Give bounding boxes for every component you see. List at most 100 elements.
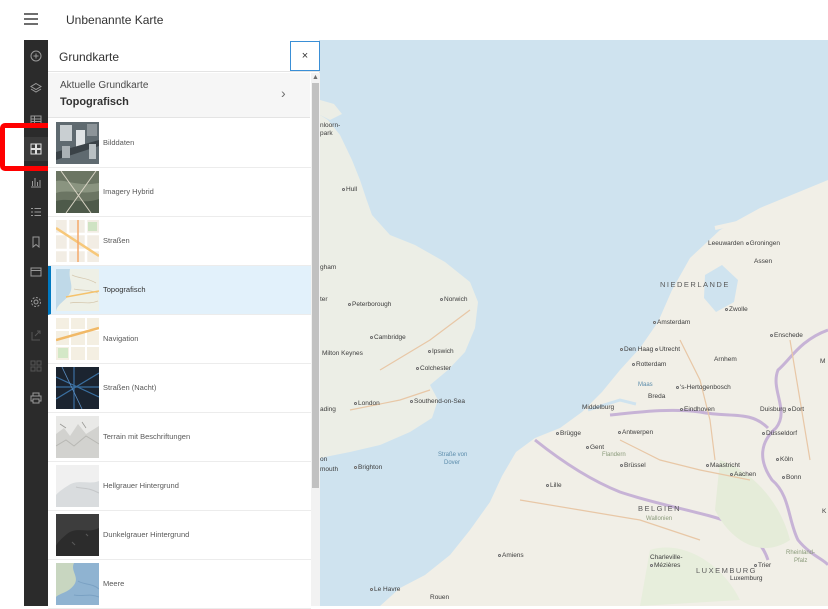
basemap-thumbnail	[56, 122, 99, 164]
map-label-text: Rotterdam	[636, 361, 667, 368]
map-label: Leeuwarden Groningen	[708, 240, 780, 247]
map-label: Hull	[342, 186, 357, 193]
map-label-text: Amsterdam	[657, 319, 691, 326]
map-label-text: Rouen	[430, 594, 450, 601]
map-label-text: 's-Hertogenbosch	[680, 384, 731, 391]
settings-icon[interactable]	[24, 290, 48, 314]
chart-icon[interactable]	[24, 170, 48, 194]
layers-icon[interactable]	[24, 76, 48, 100]
map-label: Maas	[638, 382, 653, 388]
current-basemap-label: Aktuelle Grundkarte	[60, 80, 149, 91]
map-label-text: Groningen	[749, 240, 780, 247]
add-icon[interactable]	[24, 44, 48, 68]
map-label: Trier	[754, 562, 771, 569]
basemap-thumbnail	[56, 220, 99, 262]
map-label: Arnhem	[714, 356, 737, 363]
map-label: Brighton	[354, 464, 382, 471]
map-label-text: Hull	[346, 186, 358, 193]
basemap-item-navigation[interactable]: Navigation	[48, 315, 311, 364]
details-icon[interactable]	[24, 260, 48, 284]
apps-icon[interactable]	[24, 354, 48, 378]
map-label: Pfalz	[794, 558, 808, 564]
map-label-text: Eindhoven	[684, 406, 715, 413]
top-bar: Unbenannte Karte	[0, 0, 828, 40]
map-label: Aachen	[730, 471, 756, 478]
basemap-item-meere[interactable]: Meere	[48, 560, 311, 609]
map-label: Amiens	[498, 552, 524, 559]
map-label: nloorn-	[320, 122, 341, 129]
map-label-text: Brügge	[560, 430, 581, 437]
map-label-text: Den Haag	[624, 346, 654, 353]
basemap-item-dunkelgrau[interactable]: Dunkelgrauer Hintergrund	[48, 511, 311, 560]
basemap-name: Topografisch	[103, 285, 146, 294]
basemap-item-topografisch[interactable]: Topografisch	[48, 266, 311, 315]
map-label-text: Utrecht	[659, 346, 681, 353]
map-label: K	[822, 508, 827, 515]
hamburger-menu-icon[interactable]	[24, 13, 38, 25]
map-label: Straße von	[438, 452, 468, 458]
map-title: Unbenannte Karte	[66, 13, 164, 27]
map-label: on	[320, 456, 328, 463]
map-label-text: Aachen	[734, 471, 757, 478]
map-label-text: Cambridge	[374, 334, 406, 341]
map-label: Mézières	[650, 562, 680, 569]
map-view[interactable]: nloorn- park Hull Leeuwarden Groningen A…	[320, 40, 828, 606]
map-label-text: Luxemburg	[730, 575, 763, 582]
map-label: Rheinland-	[786, 550, 816, 556]
basemap-name: Straßen	[103, 236, 130, 245]
basemap-item-imagery-hybrid[interactable]: Imagery Hybrid	[48, 168, 311, 217]
country-label-luxemburg: LUXEMBURG	[696, 566, 758, 575]
basemap-thumbnail	[56, 171, 99, 213]
scroll-up-icon[interactable]: ▲	[311, 73, 320, 83]
map-label: M	[820, 358, 826, 365]
basemap-item-strassen[interactable]: Straßen	[48, 217, 311, 266]
basemap-panel: Grundkarte × Aktuelle Grundkarte Topogra…	[48, 40, 320, 609]
map-label: Norwich	[440, 296, 467, 303]
map-label: Milton Keynes	[322, 350, 363, 357]
close-button[interactable]: ×	[290, 41, 320, 71]
map-label: Düsseldorf	[762, 430, 797, 437]
basemap-thumbnail	[56, 269, 99, 311]
map-label: Flandern	[602, 452, 626, 458]
basemap-thumbnail	[56, 367, 99, 409]
legend-icon[interactable]	[24, 200, 48, 224]
map-label-text: Dort	[791, 406, 805, 413]
map-label: Ipswich	[428, 348, 454, 355]
basemap-item-hellgrau[interactable]: Hellgrauer Hintergrund	[48, 462, 311, 511]
basemap-thumbnail	[56, 563, 99, 605]
current-basemap-value: Topografisch	[60, 96, 129, 108]
map-label-text: Brüssel	[624, 462, 646, 469]
map-label-text: Trier	[758, 562, 772, 569]
map-label-text: Leeuwarden	[708, 240, 744, 247]
map-label: Peterborough	[348, 301, 391, 308]
basemap-item-bilddaten[interactable]: Bilddaten	[48, 119, 311, 168]
current-basemap-row[interactable]: Aktuelle Grundkarte Topografisch ›	[48, 73, 310, 118]
map-label-text: Middelburg	[582, 404, 615, 411]
basemap-thumbnail	[56, 416, 99, 458]
map-label: Antwerpen	[618, 429, 653, 436]
country-label-niederlande: NIEDERLANDE	[660, 280, 730, 289]
map-label-text: Gent	[590, 444, 605, 451]
share-icon[interactable]	[24, 323, 48, 347]
map-label: Breda	[648, 393, 665, 400]
map-label-text: Maastricht	[710, 462, 740, 469]
map-label: Luxemburg	[730, 575, 763, 582]
basemap-item-strassen-nacht[interactable]: Straßen (Nacht)	[48, 364, 311, 413]
basemap-item-terrain[interactable]: Terrain mit Beschriftungen	[48, 413, 311, 462]
map-label-text: Düsseldorf	[766, 430, 798, 437]
map-label-text: Norwich	[444, 296, 468, 303]
print-icon[interactable]	[24, 386, 48, 410]
panel-title: Grundkarte	[59, 50, 120, 64]
map-label-text: Mézières	[654, 562, 681, 569]
map-label: Brügge	[556, 430, 581, 437]
basemap-name: Navigation	[103, 334, 139, 343]
scrollbar[interactable]: ▲	[311, 73, 320, 606]
map-label: park	[320, 130, 333, 137]
scroll-thumb[interactable]	[312, 83, 319, 488]
map-label: ter	[320, 296, 328, 303]
map-label: Cambridge	[370, 334, 406, 341]
map-label: Colchester	[416, 365, 451, 372]
map-label: Wallonien	[646, 516, 673, 522]
bookmark-icon[interactable]	[24, 230, 48, 254]
basemap-name: Terrain mit Beschriftungen	[103, 432, 191, 441]
